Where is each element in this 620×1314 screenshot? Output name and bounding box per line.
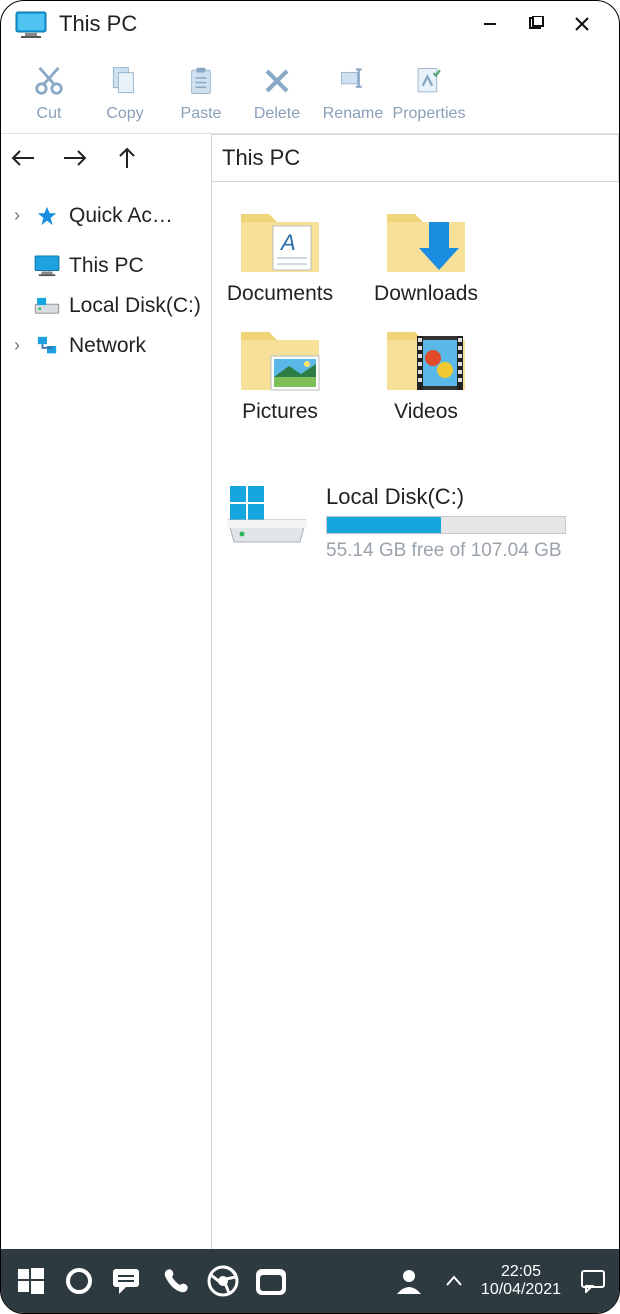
taskbar: 22:05 10/04/2021 芊芊精典 [1,1249,619,1313]
notifications-button[interactable] [573,1257,613,1305]
address-bar[interactable]: This PC [211,134,619,182]
folder-label: Pictures [242,400,318,424]
folder-videos-icon [383,318,469,394]
copy-icon [107,63,143,99]
explorer-button[interactable] [247,1257,295,1305]
properties-icon [411,63,447,99]
chevron-right-icon: › [9,205,25,226]
system-tray: 22:05 10/04/2021 [385,1257,613,1305]
chrome-button[interactable] [199,1257,247,1305]
clock-button[interactable]: 22:05 10/04/2021 [475,1263,567,1300]
cut-button[interactable]: Cut [11,63,87,123]
maximize-button[interactable] [513,1,559,47]
delete-button[interactable]: Delete [239,63,315,123]
cortana-button[interactable] [55,1257,103,1305]
ribbon-label: Copy [106,105,143,123]
drive-info: Local Disk(C:) 55.14 GB free of 107.04 G… [326,484,609,562]
tray-date: 10/04/2021 [481,1281,561,1299]
up-button[interactable] [113,144,141,172]
star-icon [33,204,61,228]
x-icon [259,63,295,99]
chevron-right-icon: › [9,335,25,356]
folders-grid: A Documents Downloads Pictures [222,200,609,424]
sidebar-label: Network [69,334,146,358]
properties-button[interactable]: Properties [391,63,467,123]
main-split: › Quick Ac… This PC Local Disk(C:) › [1,182,619,1249]
drive-local-disk-c[interactable]: Local Disk(C:) 55.14 GB free of 107.04 G… [222,484,609,562]
sidebar-label: Quick Ac… [69,204,173,228]
sidebar-item-local-disk[interactable]: Local Disk(C:) [9,286,203,326]
monitor-icon [15,11,47,37]
user-icon[interactable] [385,1257,433,1305]
clipboard-icon [183,63,219,99]
scissors-icon [31,63,67,99]
folder-label: Videos [394,400,458,424]
drives-section: Local Disk(C:) 55.14 GB free of 107.04 G… [222,484,609,562]
folder-downloads-icon [383,200,469,276]
sidebar-label: This PC [69,254,144,278]
paste-button[interactable]: Paste [163,63,239,123]
rename-button[interactable]: Rename [315,63,391,123]
monitor-icon [33,254,61,278]
tray-time: 22:05 [501,1263,541,1281]
tray-overflow-button[interactable] [439,1257,469,1305]
folder-pictures[interactable]: Pictures [222,318,338,424]
folder-pictures-icon [237,318,323,394]
back-button[interactable] [9,144,37,172]
ribbon-toolbar: Cut Copy Paste Delete Rename Properties [1,47,619,134]
drive-free-text: 55.14 GB free of 107.04 GB [326,540,609,562]
ribbon-label: Delete [254,105,300,123]
drive-name: Local Disk(C:) [326,484,609,510]
drive-usage-fill [327,517,441,533]
ribbon-label: Cut [37,105,62,123]
ribbon-label: Rename [323,105,383,123]
folder-label: Downloads [374,282,478,306]
ribbon-label: Properties [393,105,466,123]
drive-icon [33,294,61,318]
titlebar: This PC [1,1,619,47]
sidebar-item-this-pc[interactable]: This PC [9,246,203,286]
drive-icon [222,484,312,546]
copy-button[interactable]: Copy [87,63,163,123]
sidebar-item-quick-access[interactable]: › Quick Ac… [9,196,203,236]
svg-text:A: A [279,230,296,255]
window-title: This PC [59,11,467,37]
folder-label: Documents [227,282,333,306]
navigation-row: This PC [1,134,619,182]
sidebar-label: Local Disk(C:) [69,294,201,318]
content-pane: A Documents Downloads Pictures [211,182,619,1249]
folder-documents[interactable]: A Documents [222,200,338,306]
network-icon [33,334,61,358]
navigation-pane: › Quick Ac… This PC Local Disk(C:) › [1,182,211,1249]
start-button[interactable] [7,1257,55,1305]
chat-button[interactable] [103,1257,151,1305]
folder-documents-icon: A [237,200,323,276]
ribbon-label: Paste [181,105,222,123]
rename-icon [335,63,371,99]
phone-button[interactable] [151,1257,199,1305]
folder-downloads[interactable]: Downloads [368,200,484,306]
address-text: This PC [222,145,300,171]
drive-usage-bar [326,516,566,534]
minimize-button[interactable] [467,1,513,47]
close-button[interactable] [559,1,605,47]
nav-arrows [1,134,211,182]
forward-button[interactable] [61,144,89,172]
folder-videos[interactable]: Videos [368,318,484,424]
sidebar-item-network[interactable]: › Network [9,326,203,366]
